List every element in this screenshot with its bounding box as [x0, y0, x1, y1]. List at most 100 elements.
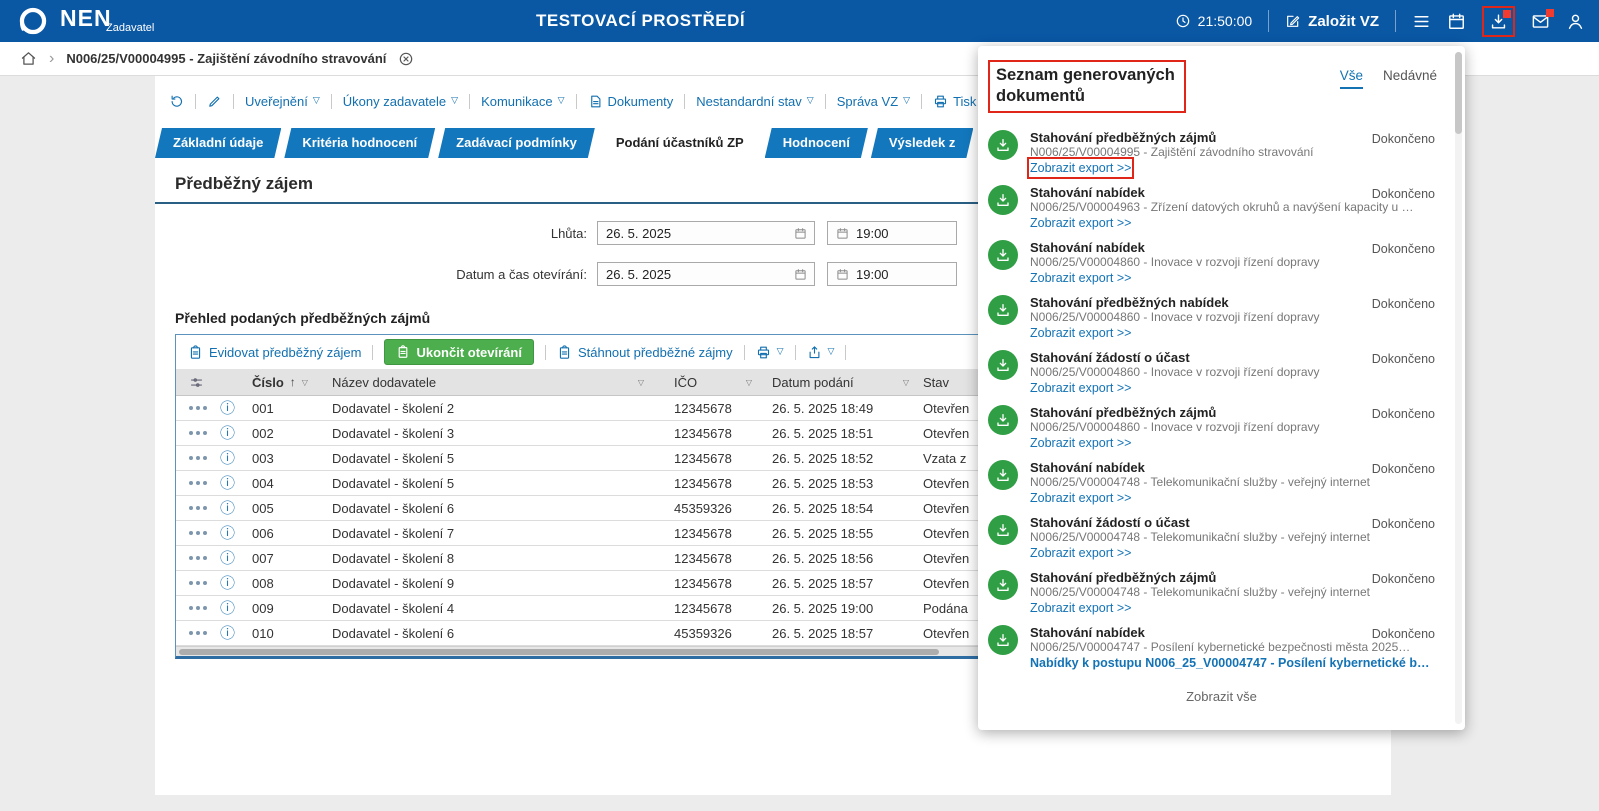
opening-date-field[interactable]: 26. 5. 2025: [597, 262, 815, 286]
filter-triangle-icon[interactable]: ▽: [638, 378, 644, 387]
menu-komunikace[interactable]: Komunikace▽: [481, 94, 564, 109]
vertical-scrollbar[interactable]: [1455, 52, 1462, 724]
edit-button[interactable]: [207, 94, 222, 109]
column-datum[interactable]: Datum podání ▽: [764, 375, 919, 390]
close-record-button[interactable]: [398, 51, 414, 67]
row-menu-icon[interactable]: [189, 581, 207, 585]
tab[interactable]: Výsledek z: [871, 128, 974, 158]
column-ico[interactable]: IČO ▽: [654, 375, 764, 390]
tab[interactable]: Zadávací podmínky: [438, 128, 595, 158]
column-settings-button[interactable]: [189, 375, 204, 390]
show-all-link[interactable]: Zobrazit vše: [978, 689, 1465, 704]
calendar-icon[interactable]: [794, 227, 807, 240]
generated-doc-item[interactable]: Stahování nabídek N006/25/V00004747 - Po…: [978, 620, 1465, 675]
divider: [545, 345, 546, 360]
show-export-link[interactable]: Zobrazit export >>: [1030, 600, 1131, 616]
show-export-link[interactable]: Zobrazit export >>: [1030, 490, 1131, 506]
column-cislo[interactable]: Číslo ↑ ▽: [242, 375, 316, 390]
cell-status: Otevřen: [923, 401, 969, 416]
generated-doc-item[interactable]: Stahování žádostí o účast N006/25/V00004…: [978, 510, 1465, 565]
show-export-link[interactable]: Zobrazit export >>: [1030, 325, 1131, 341]
cell-ico: 12345678: [674, 451, 732, 466]
tab[interactable]: Kritéria hodnocení: [284, 128, 435, 158]
row-menu-icon[interactable]: [189, 456, 207, 460]
history-button[interactable]: [169, 94, 184, 109]
evidovat-button[interactable]: Evidovat předběžný zájem: [188, 345, 361, 360]
tab[interactable]: Podání účastníků ZP: [598, 128, 762, 158]
generated-doc-item[interactable]: Stahování předběžných nabídek N006/25/V0…: [978, 290, 1465, 345]
generated-doc-item[interactable]: Stahování předběžných zájmů N006/25/V000…: [978, 400, 1465, 455]
main-menu-button[interactable]: [1412, 12, 1431, 31]
generated-doc-item[interactable]: Stahování předběžných zájmů N006/25/V000…: [978, 125, 1465, 180]
row-menu-icon[interactable]: [189, 481, 207, 485]
calendar-icon[interactable]: [836, 268, 849, 281]
info-icon[interactable]: ⓘ: [220, 476, 235, 491]
menu-sprava-vz[interactable]: Správa VZ▽: [837, 94, 910, 109]
tab[interactable]: Základní údaje: [155, 128, 281, 158]
tab-vse[interactable]: Vše: [1340, 68, 1363, 89]
column-nazev[interactable]: Název dodavatele ▽: [316, 375, 654, 390]
info-icon[interactable]: ⓘ: [220, 426, 235, 441]
download-circle-icon: [988, 460, 1018, 490]
show-export-link[interactable]: Nabídky k postupu N006_25_V00004747 - Po…: [1030, 655, 1435, 671]
info-icon[interactable]: ⓘ: [220, 526, 235, 541]
scrollbar-thumb[interactable]: [179, 649, 939, 655]
row-menu-icon[interactable]: [189, 631, 207, 635]
download-circle-icon: [988, 570, 1018, 600]
info-icon[interactable]: ⓘ: [220, 576, 235, 591]
show-export-link[interactable]: Zobrazit export >>: [1030, 160, 1131, 176]
show-export-link[interactable]: Zobrazit export >>: [1030, 435, 1131, 451]
generated-doc-item[interactable]: Stahování předběžných zájmů N006/25/V000…: [978, 565, 1465, 620]
export-menu-button[interactable]: ▽: [807, 345, 835, 360]
deadline-time-field[interactable]: 19:00: [827, 221, 957, 245]
filter-triangle-icon[interactable]: ▽: [746, 378, 752, 387]
evidovat-label: Evidovat předběžný zájem: [209, 345, 361, 360]
menu-nestandardni-stav[interactable]: Nestandardní stav▽: [696, 94, 813, 109]
calendar-button[interactable]: [1447, 12, 1466, 31]
filter-triangle-icon[interactable]: ▽: [903, 378, 909, 387]
menu-dokumenty[interactable]: Dokumenty: [588, 94, 674, 109]
messages-button[interactable]: [1531, 12, 1550, 31]
info-icon[interactable]: ⓘ: [220, 601, 235, 616]
sort-asc-icon[interactable]: ↑: [290, 375, 296, 389]
generated-doc-item[interactable]: Stahování nabídek N006/25/V00004963 - Zř…: [978, 180, 1465, 235]
calendar-icon[interactable]: [836, 227, 849, 240]
tab-nedavne[interactable]: Nedávné: [1383, 68, 1437, 89]
cell-supplier: Dodavatel - školení 4: [332, 601, 454, 616]
create-vz-button[interactable]: Založit VZ: [1285, 13, 1379, 30]
row-menu-icon[interactable]: [189, 556, 207, 560]
row-menu-icon[interactable]: [189, 531, 207, 535]
breadcrumb-record[interactable]: N006/25/V00004995 - Zajištění závodního …: [66, 51, 386, 66]
stahnout-button[interactable]: Stáhnout předběžné zájmy: [557, 345, 733, 360]
show-export-link[interactable]: Zobrazit export >>: [1030, 215, 1131, 231]
generated-doc-item[interactable]: Stahování nabídek N006/25/V00004860 - In…: [978, 235, 1465, 290]
menu-uverejneni[interactable]: Uveřejnění▽: [245, 94, 320, 109]
filter-triangle-icon[interactable]: ▽: [302, 378, 308, 387]
deadline-date-field[interactable]: 26. 5. 2025: [597, 221, 815, 245]
info-icon[interactable]: ⓘ: [220, 451, 235, 466]
tab[interactable]: Hodnocení: [765, 128, 868, 158]
scrollbar-thumb[interactable]: [1455, 52, 1462, 134]
ukoncit-oteviranie-button[interactable]: Ukončit otevírání: [384, 339, 533, 365]
user-profile-button[interactable]: [1566, 12, 1585, 31]
info-icon[interactable]: ⓘ: [220, 626, 235, 641]
row-menu-icon[interactable]: [189, 431, 207, 435]
show-export-link[interactable]: Zobrazit export >>: [1030, 545, 1131, 561]
info-icon[interactable]: ⓘ: [220, 501, 235, 516]
calendar-icon[interactable]: [794, 268, 807, 281]
info-icon[interactable]: ⓘ: [220, 401, 235, 416]
home-button[interactable]: [20, 50, 37, 67]
menu-ukony-zadavatele[interactable]: Úkony zadavatele▽: [343, 94, 458, 109]
show-export-link[interactable]: Zobrazit export >>: [1030, 380, 1131, 396]
row-menu-icon[interactable]: [189, 406, 207, 410]
column-label: IČO: [674, 375, 697, 390]
show-export-link[interactable]: Zobrazit export >>: [1030, 270, 1131, 286]
opening-time-field[interactable]: 19:00: [827, 262, 957, 286]
row-menu-icon[interactable]: [189, 506, 207, 510]
row-menu-icon[interactable]: [189, 606, 207, 610]
generated-doc-item[interactable]: Stahování nabídek N006/25/V00004748 - Te…: [978, 455, 1465, 510]
generated-doc-item[interactable]: Stahování žádostí o účast N006/25/V00004…: [978, 345, 1465, 400]
print-menu-button[interactable]: ▽: [756, 345, 784, 360]
opening-time-value: 19:00: [856, 267, 889, 282]
info-icon[interactable]: ⓘ: [220, 551, 235, 566]
